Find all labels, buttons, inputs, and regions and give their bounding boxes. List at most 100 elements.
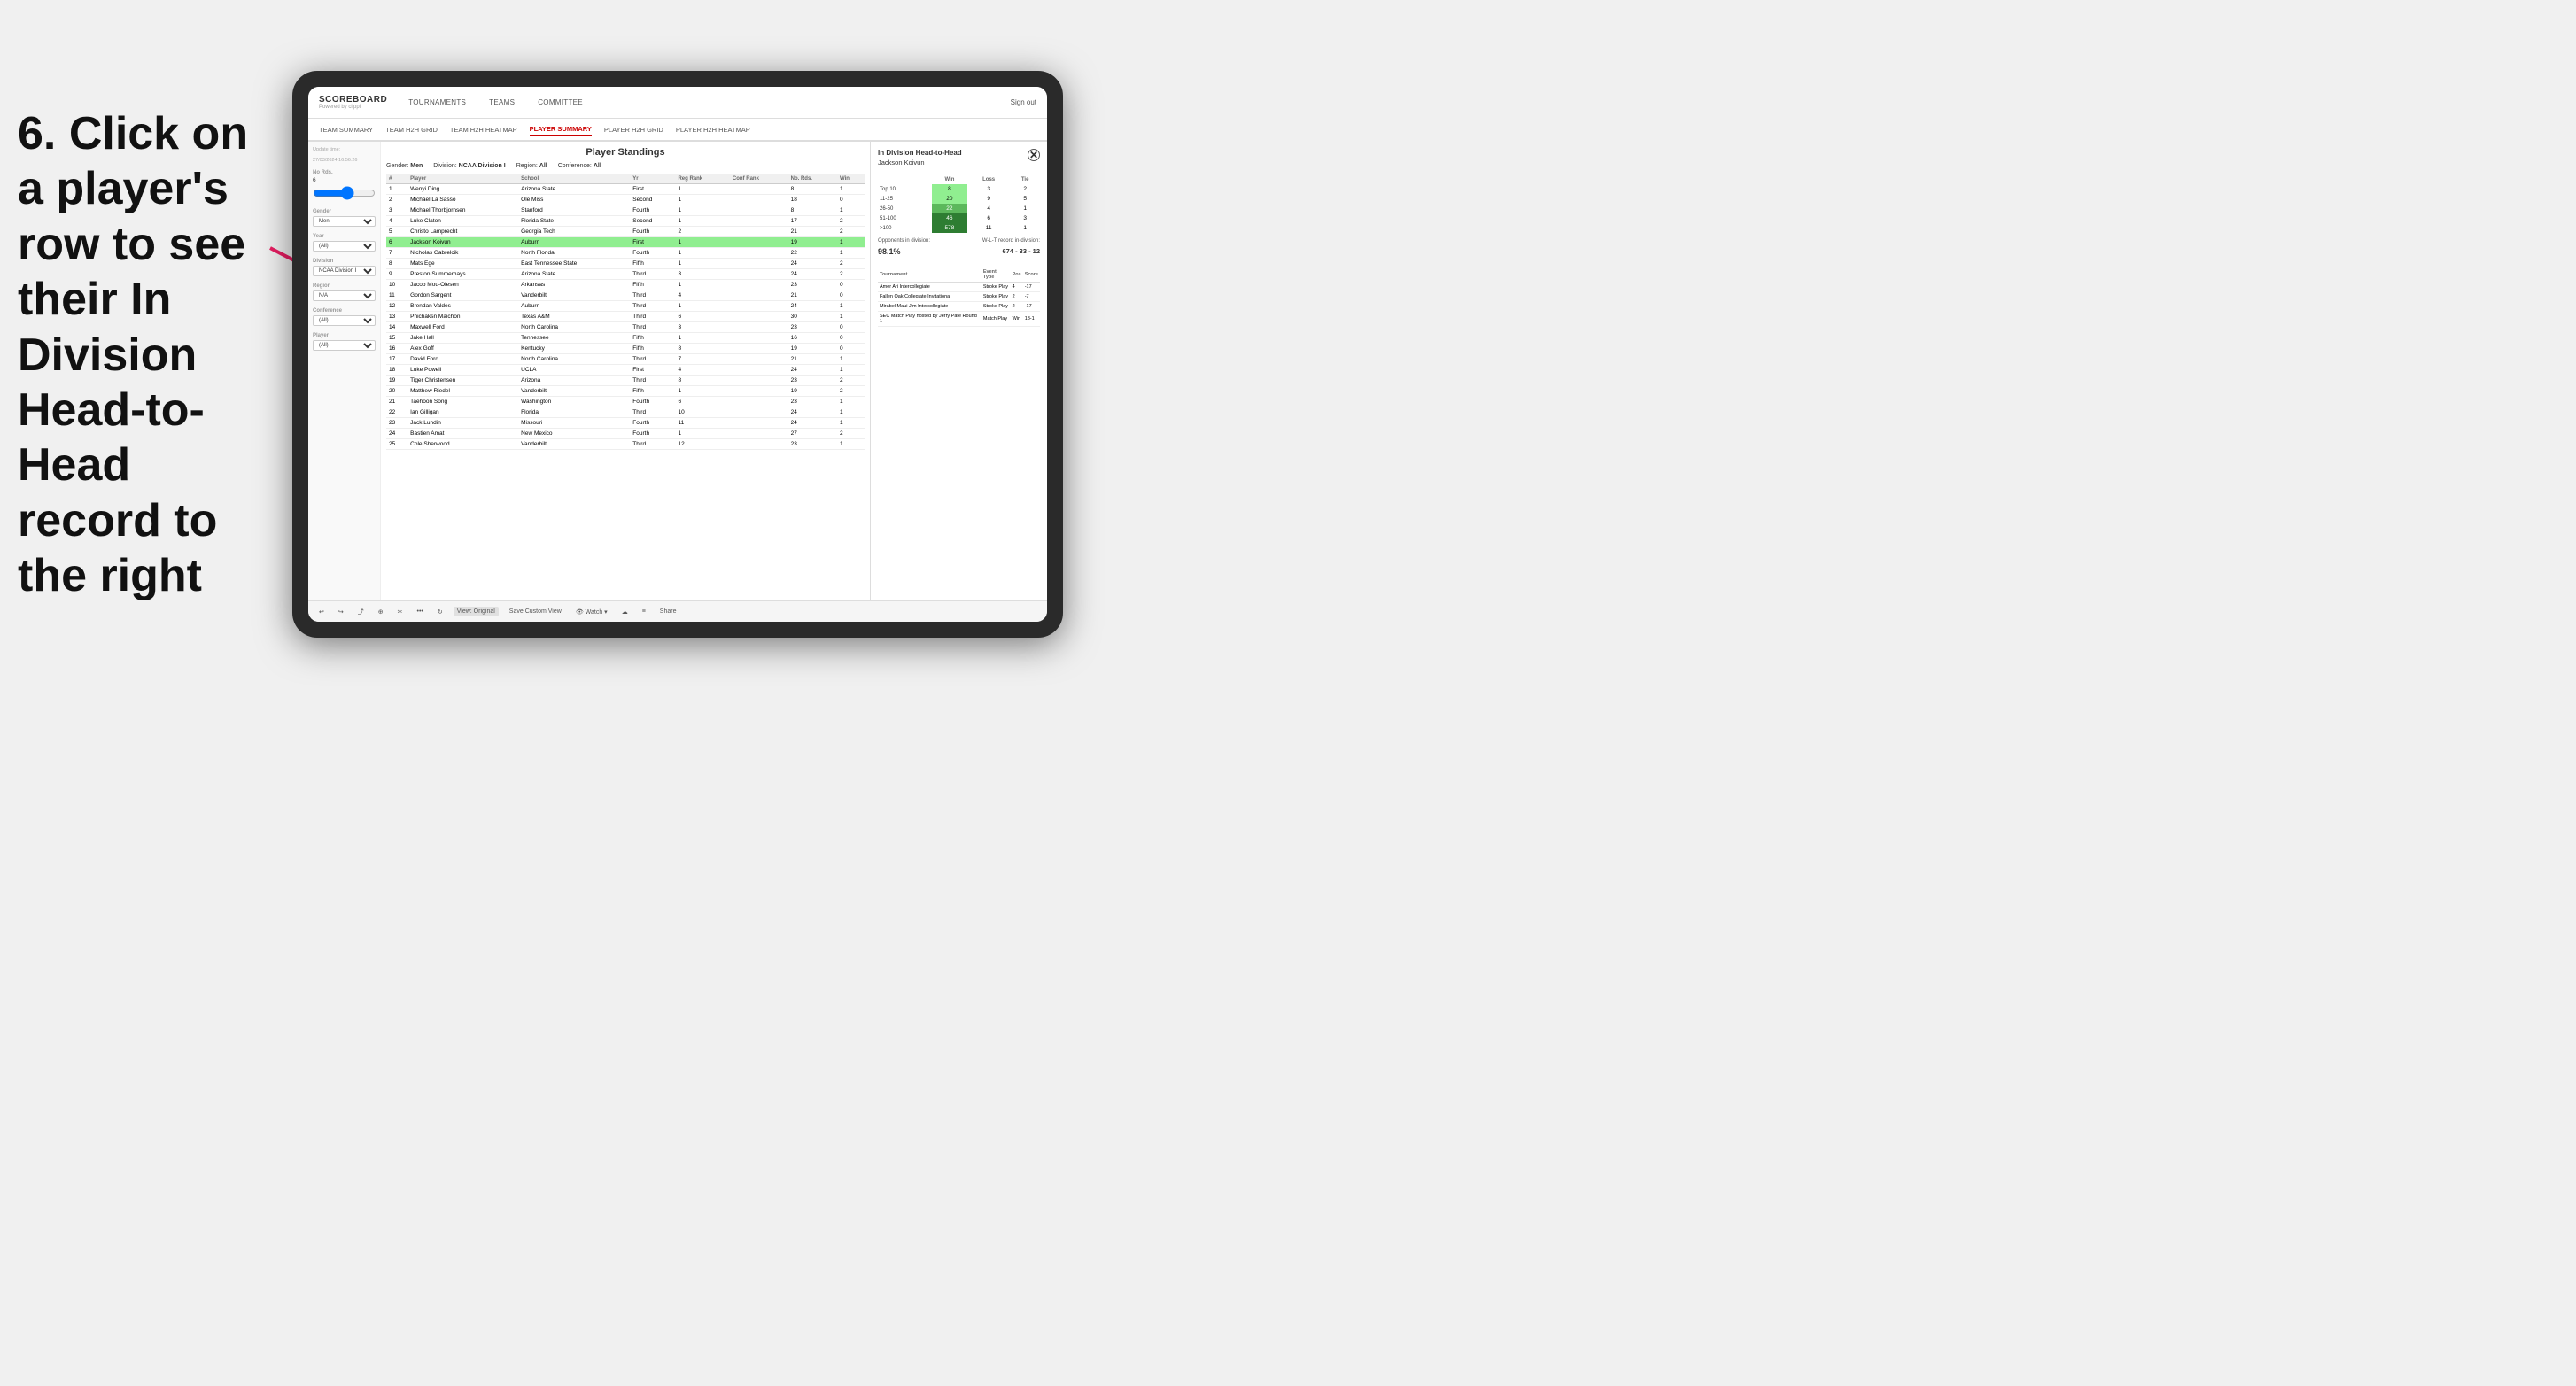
table-row[interactable]: 14 Maxwell Ford North Carolina Third 3 2… bbox=[386, 322, 865, 333]
sign-out-button[interactable]: Sign out bbox=[1011, 98, 1036, 106]
cell-win: 1 bbox=[837, 365, 865, 376]
table-row[interactable]: 5 Christo Lamprecht Georgia Tech Fourth … bbox=[386, 227, 865, 237]
cell-yr: Fifth bbox=[630, 386, 675, 397]
cell-num: 20 bbox=[386, 386, 407, 397]
h2h-col-win: Win bbox=[932, 175, 967, 184]
logo-area: SCOREBOARD Powered by clippi bbox=[319, 95, 387, 110]
tab-player-summary[interactable]: PLAYER SUMMARY bbox=[530, 123, 592, 136]
cell-win: 1 bbox=[837, 397, 865, 407]
cell-num: 9 bbox=[386, 269, 407, 280]
year-label: Year bbox=[313, 234, 376, 239]
save-custom-view-button[interactable]: Save Custom View bbox=[506, 607, 565, 616]
table-row[interactable]: 3 Michael Thorbjornsen Stanford Fourth 1… bbox=[386, 205, 865, 216]
cell-win: 1 bbox=[837, 248, 865, 259]
dot-button[interactable]: ••• bbox=[414, 607, 427, 616]
cell-num: 19 bbox=[386, 376, 407, 386]
table-row[interactable]: 16 Alex Goff Kentucky Fifth 8 19 0 bbox=[386, 344, 865, 354]
tourn-type: Stroke Play bbox=[982, 283, 1011, 292]
cell-player: Jake Hall bbox=[407, 333, 518, 344]
cell-reg: 4 bbox=[675, 365, 729, 376]
no-rds-value: 6 bbox=[313, 177, 376, 183]
h2h-player: Jackson Koivun bbox=[878, 159, 962, 166]
table-row[interactable]: 6 Jackson Koivun Auburn First 1 19 1 bbox=[386, 237, 865, 248]
conference-select[interactable]: (All) bbox=[313, 315, 376, 326]
no-rds-slider[interactable] bbox=[313, 186, 376, 200]
view-original-button[interactable]: View: Original bbox=[454, 607, 499, 616]
watch-button[interactable]: 👁 Watch ▾ bbox=[572, 607, 611, 617]
table-row[interactable]: 10 Jacob Mou-Olesen Arkansas Fifth 1 23 … bbox=[386, 280, 865, 290]
cell-yr: Fourth bbox=[630, 248, 675, 259]
table-row[interactable]: 8 Mats Ege East Tennessee State Fifth 1 … bbox=[386, 259, 865, 269]
player-select[interactable]: (All) bbox=[313, 340, 376, 351]
add-button[interactable]: ⊕ bbox=[375, 607, 387, 617]
cell-player: Jackson Koivun bbox=[407, 237, 518, 248]
update-label: Update time: bbox=[313, 147, 376, 152]
table-row[interactable]: 21 Taehoon Song Washington Fourth 6 23 1 bbox=[386, 397, 865, 407]
table-row[interactable]: 4 Luke Claton Florida State Second 1 17 … bbox=[386, 216, 865, 227]
cloud-button[interactable]: ☁ bbox=[618, 607, 632, 617]
tournament-row: Mirabel Maui Jim Intercollegiate Stroke … bbox=[878, 302, 1040, 312]
tab-team-h2h-grid[interactable]: TEAM H2H GRID bbox=[385, 124, 438, 136]
table-row[interactable]: 15 Jake Hall Tennessee Fifth 1 16 0 bbox=[386, 333, 865, 344]
division-select[interactable]: NCAA Division I bbox=[313, 266, 376, 276]
h2h-rank-label: 26-50 bbox=[878, 204, 932, 213]
cell-rds: 21 bbox=[788, 227, 837, 237]
tourn-name: Fallen Oak Collegiate Invitational bbox=[878, 292, 982, 302]
cell-yr: Third bbox=[630, 301, 675, 312]
wlt-label: W-L-T record in-division: bbox=[982, 238, 1040, 244]
cell-conf bbox=[730, 280, 788, 290]
table-row[interactable]: 13 Phichaksn Maichon Texas A&M Third 6 3… bbox=[386, 312, 865, 322]
year-select[interactable]: (All) bbox=[313, 241, 376, 252]
cell-player: Ian Gilligan bbox=[407, 407, 518, 418]
h2h-rank-label: >100 bbox=[878, 223, 932, 233]
cell-rds: 24 bbox=[788, 259, 837, 269]
gender-select[interactable]: Men Women bbox=[313, 216, 376, 227]
cell-conf bbox=[730, 365, 788, 376]
nav-teams[interactable]: TEAMS bbox=[485, 97, 518, 108]
cell-school: Vanderbilt bbox=[518, 386, 630, 397]
cell-rds: 24 bbox=[788, 269, 837, 280]
region-select[interactable]: N/A bbox=[313, 290, 376, 301]
table-row[interactable]: 11 Gordon Sargent Vanderbilt Third 4 21 … bbox=[386, 290, 865, 301]
table-row[interactable]: 24 Bastien Amat New Mexico Fourth 1 27 2 bbox=[386, 429, 865, 439]
table-row[interactable]: 2 Michael La Sasso Ole Miss Second 1 18 … bbox=[386, 195, 865, 205]
forward-button[interactable]: ⤴ bbox=[354, 606, 368, 618]
tab-player-h2h-heatmap[interactable]: PLAYER H2H HEATMAP bbox=[676, 124, 750, 136]
nav-committee[interactable]: COMMITTEE bbox=[534, 97, 586, 108]
table-row[interactable]: 23 Jack Lundin Missouri Fourth 11 24 1 bbox=[386, 418, 865, 429]
cell-school: UCLA bbox=[518, 365, 630, 376]
table-row[interactable]: 22 Ian Gilligan Florida Third 10 24 1 bbox=[386, 407, 865, 418]
close-button[interactable]: ✕ bbox=[1028, 149, 1040, 161]
redo-button[interactable]: ↪ bbox=[335, 607, 347, 617]
table-row[interactable]: 9 Preston Summerhays Arizona State Third… bbox=[386, 269, 865, 280]
cell-school: Florida bbox=[518, 407, 630, 418]
table-row[interactable]: 19 Tiger Christensen Arizona Third 8 23 … bbox=[386, 376, 865, 386]
table-row[interactable]: 18 Luke Powell UCLA First 4 24 1 bbox=[386, 365, 865, 376]
table-row[interactable]: 25 Cole Sherwood Vanderbilt Third 12 23 … bbox=[386, 439, 865, 450]
cell-player: Brendan Valdes bbox=[407, 301, 518, 312]
cut-button[interactable]: ✂ bbox=[394, 607, 407, 617]
table-row[interactable]: 7 Nicholas Gabrelcik North Florida Fourt… bbox=[386, 248, 865, 259]
nav-tournaments[interactable]: TOURNAMENTS bbox=[405, 97, 469, 108]
refresh-button[interactable]: ↻ bbox=[434, 607, 446, 617]
cell-player: Phichaksn Maichon bbox=[407, 312, 518, 322]
cell-reg: 4 bbox=[675, 290, 729, 301]
table-row[interactable]: 12 Brendan Valdes Auburn Third 1 24 1 bbox=[386, 301, 865, 312]
cell-conf bbox=[730, 195, 788, 205]
table-row[interactable]: 1 Wenyi Ding Arizona State First 1 8 1 bbox=[386, 184, 865, 195]
conference-filter: Conference: All bbox=[558, 163, 601, 169]
cell-win: 2 bbox=[837, 269, 865, 280]
center-panel: Player Standings Gender: Men Division: N… bbox=[381, 142, 870, 600]
cell-conf bbox=[730, 184, 788, 195]
tab-player-h2h-grid[interactable]: PLAYER H2H GRID bbox=[604, 124, 663, 136]
table-row[interactable]: 20 Matthew Riedel Vanderbilt Fifth 1 19 … bbox=[386, 386, 865, 397]
tab-team-h2h-heatmap[interactable]: TEAM H2H HEATMAP bbox=[450, 124, 517, 136]
cell-num: 10 bbox=[386, 280, 407, 290]
cell-yr: Fourth bbox=[630, 205, 675, 216]
tab-team-summary[interactable]: TEAM SUMMARY bbox=[319, 124, 373, 136]
grid-button[interactable]: ≡ bbox=[639, 607, 649, 616]
cell-rds: 23 bbox=[788, 322, 837, 333]
undo-button[interactable]: ↩ bbox=[315, 607, 328, 617]
table-row[interactable]: 17 David Ford North Carolina Third 7 21 … bbox=[386, 354, 865, 365]
share-button[interactable]: Share bbox=[656, 607, 680, 616]
